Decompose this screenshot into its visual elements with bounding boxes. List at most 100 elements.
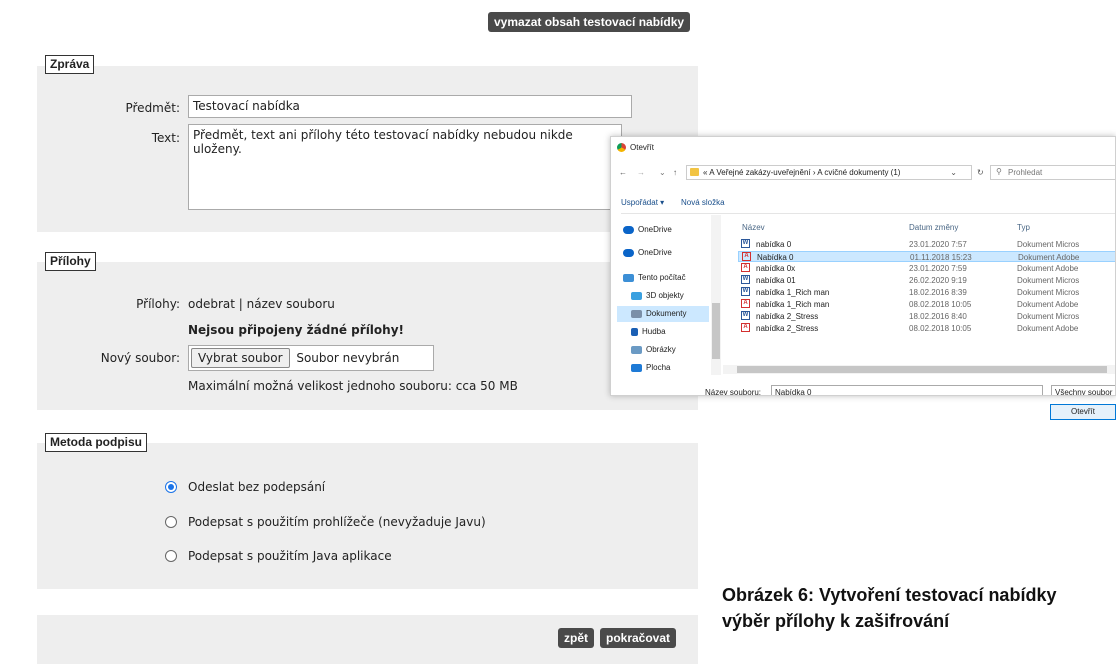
- filter-value: Všechny soubor: [1055, 388, 1113, 396]
- refresh-icon[interactable]: ↻: [977, 168, 984, 177]
- nav-scrollbar-thumb[interactable]: [712, 303, 720, 359]
- nav-label: 3D objekty: [646, 291, 684, 300]
- up-arrow-icon[interactable]: ↑: [673, 168, 677, 177]
- file-date: 18.02.2016 8:39: [909, 288, 967, 297]
- subject-label: Předmět:: [125, 101, 180, 115]
- document-icon: [631, 309, 642, 318]
- search-box[interactable]: ⚲ Prohledat: [990, 165, 1115, 180]
- nav-label: OneDrive: [638, 225, 672, 234]
- back-arrow-icon[interactable]: ←: [619, 168, 627, 177]
- file-name: nabídka 1_Rich man: [756, 288, 830, 297]
- file-row[interactable]: Anabídka 1_Rich man 08.02.2018 10:05 Dokum…: [738, 299, 1115, 310]
- filename-input[interactable]: Nabídka 0: [771, 385, 1043, 396]
- file-name: nabídka 2_Stress: [756, 312, 819, 321]
- text-label: Text:: [151, 131, 180, 145]
- column-type[interactable]: Typ: [1017, 223, 1030, 232]
- file-row[interactable]: Wnabídka 0 23.01.2020 7:57 Dokument Micros: [738, 239, 1115, 250]
- file-row[interactable]: Wnabídka 1_Rich man 18.02.2016 8:39 Dokume…: [738, 287, 1115, 298]
- pdf-file-icon: A: [741, 263, 750, 272]
- new-file-label: Nový soubor:: [100, 351, 180, 365]
- word-file-icon: W: [741, 275, 750, 284]
- recent-chevron-icon[interactable]: ⌄: [659, 168, 666, 177]
- back-button[interactable]: zpět: [558, 628, 594, 648]
- file-name: nabídka 0x: [756, 264, 796, 273]
- nav-label: OneDrive: [638, 248, 672, 257]
- breadcrumb[interactable]: « A Veřejné zakázy-uveřejnění › A cvičné…: [703, 168, 900, 177]
- radio-browser-signature[interactable]: [165, 516, 177, 528]
- file-name: nabídka 01: [756, 276, 796, 285]
- no-attachments-message: Nejsou připojeny žádné přílohy!: [188, 323, 404, 337]
- forward-arrow-icon[interactable]: →: [637, 168, 645, 177]
- radio-no-signature[interactable]: [165, 481, 177, 493]
- pdf-file-icon: A: [741, 299, 750, 308]
- file-row[interactable]: Anabídka 0x 23.01.2020 7:59 Dokument Adobe: [738, 263, 1115, 274]
- file-row[interactable]: Wnabídka 01 26.02.2020 9:19 Dokument Micro…: [738, 275, 1115, 286]
- file-type: Dokument Micros: [1017, 276, 1080, 285]
- file-date: 08.02.2018 10:05: [909, 300, 972, 309]
- nav-scrollbar[interactable]: [711, 215, 721, 375]
- horizontal-scrollbar-thumb[interactable]: [737, 366, 1107, 373]
- max-size-note: Maximální možná velikost jednoho souboru…: [188, 379, 518, 393]
- desktop-icon: [631, 363, 642, 372]
- word-file-icon: W: [741, 239, 750, 248]
- nav-label: Obrázky: [646, 345, 676, 354]
- choose-file-button[interactable]: Vybrat soubor: [191, 348, 290, 368]
- address-bar[interactable]: « A Veřejné zakázy-uveřejnění › A cvičné…: [686, 165, 972, 180]
- attachments-header: odebrat | název souboru: [188, 297, 335, 311]
- file-date: 01.11.2018 15:23: [910, 253, 972, 262]
- figure-caption: Obrázek 6: Vytvoření testovací nabídky v…: [722, 582, 1056, 634]
- message-legend: Zpráva: [45, 55, 95, 74]
- clear-offer-button[interactable]: vymazat obsah testovací nabídky: [488, 12, 691, 32]
- nav-item-onedrive-1[interactable]: OneDrive: [623, 223, 672, 237]
- horizontal-scrollbar[interactable]: [723, 365, 1115, 374]
- search-placeholder: Prohledat: [1008, 168, 1043, 177]
- nav-item-this-pc[interactable]: Tento počítač: [623, 271, 686, 285]
- file-type-filter[interactable]: Všechny soubor: [1051, 385, 1115, 396]
- filename-value: Nabídka 0: [775, 388, 812, 396]
- organize-menu[interactable]: Uspořádat ▾: [621, 198, 664, 207]
- file-name: nabídka 0: [756, 240, 792, 249]
- caption-line-1: Obrázek 6: Vytvoření testovací nabídky: [722, 585, 1057, 605]
- music-icon: [631, 327, 638, 336]
- pdf-file-icon: A: [742, 252, 751, 261]
- dialog-title: Otevřít: [630, 143, 655, 152]
- word-file-icon: W: [741, 287, 750, 296]
- attachments-label: Přílohy:: [136, 297, 180, 311]
- radio-java-signature[interactable]: [165, 550, 177, 562]
- file-row[interactable]: Wnabídka 2_Stress 18.02.2016 8:40 Dokument…: [738, 311, 1115, 322]
- nav-label: Tento počítač: [638, 273, 686, 282]
- nav-item-onedrive-2[interactable]: OneDrive: [623, 246, 672, 260]
- file-status: Soubor nevybrán: [296, 351, 400, 365]
- nav-item-documents[interactable]: Dokumenty: [631, 307, 686, 321]
- nav-item-3d[interactable]: 3D objekty: [631, 289, 684, 303]
- nav-item-music[interactable]: Hudba: [631, 325, 666, 339]
- file-name: nabídka 2_Stress: [756, 324, 819, 333]
- option-no-signature[interactable]: Odeslat bez podepsání: [188, 480, 325, 494]
- subject-input[interactable]: Testovací nabídka: [188, 95, 632, 118]
- option-java-signature[interactable]: Podepsat s použitím Java aplikace: [188, 549, 392, 563]
- file-name: Nabídka 0: [757, 253, 794, 262]
- open-button[interactable]: Otevřít: [1050, 404, 1116, 420]
- column-name[interactable]: Název: [742, 223, 765, 232]
- address-chevron-icon[interactable]: ⌄: [950, 168, 957, 177]
- nav-item-pictures[interactable]: Obrázky: [631, 343, 676, 357]
- cloud-icon: [623, 248, 634, 257]
- column-date[interactable]: Datum změny: [909, 223, 958, 232]
- file-date: 26.02.2020 9:19: [909, 276, 967, 285]
- file-type: Dokument Micros: [1017, 312, 1080, 321]
- file-open-dialog: Otevřít ← → ⌄ ↑ « A Veřejné zakázy-uveře…: [610, 136, 1116, 396]
- file-date: 23.01.2020 7:57: [909, 240, 967, 249]
- word-file-icon: W: [741, 311, 750, 320]
- text-area[interactable]: Předmět, text ani přílohy této testovací…: [188, 124, 622, 210]
- file-row[interactable]: Anabídka 2_Stress 08.02.2018 10:05 Dokumen…: [738, 323, 1115, 334]
- nav-item-desktop[interactable]: Plocha: [631, 361, 670, 375]
- option-browser-signature[interactable]: Podepsat s použitím prohlížeče (nevyžadu…: [188, 515, 486, 529]
- continue-button[interactable]: pokračovat: [600, 628, 677, 648]
- file-date: 23.01.2020 7:59: [909, 264, 967, 273]
- new-folder-button[interactable]: Nová složka: [681, 198, 725, 207]
- filename-label: Název souboru:: [705, 388, 762, 396]
- file-row-selected[interactable]: A Nabídka 0 01.11.2018 15:23 Dokument Adobe: [738, 251, 1115, 262]
- file-type: Dokument Adobe: [1017, 324, 1079, 333]
- image-icon: [631, 345, 642, 354]
- file-input[interactable]: Vybrat soubor Soubor nevybrán: [188, 345, 434, 371]
